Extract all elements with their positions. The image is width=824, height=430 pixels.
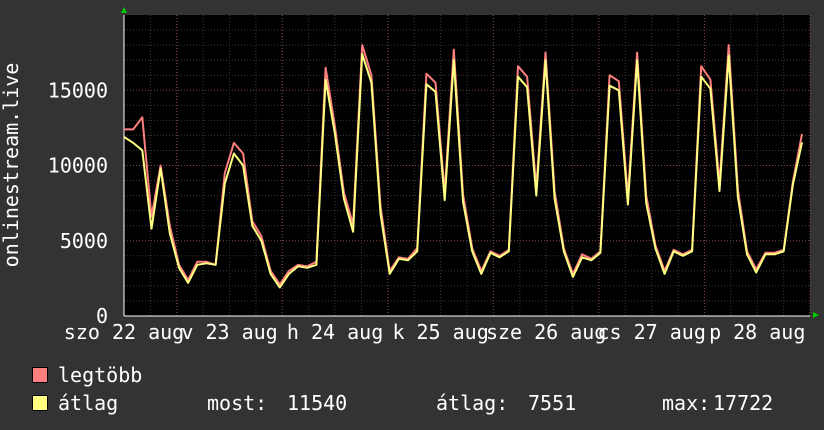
x-tick-label-5: cs 27 aug [598, 320, 706, 344]
stat-current-label: most: [207, 391, 268, 415]
x-tick-label-6: p 28 aug [709, 320, 805, 344]
y-axis-label: onlinestream.live [0, 63, 23, 268]
stat-average-label: átlag: [436, 391, 509, 415]
x-tick-label-2: h 24 aug [287, 320, 383, 344]
legend-label-avg: átlag [58, 391, 119, 415]
legend-label-max: legtöbb [58, 363, 143, 387]
x-axis: szo 22 augv 23 aug h 24 aug k 25 augsze 26… [64, 320, 806, 344]
x-tick-label-0: szo 22 aug [64, 320, 184, 344]
stat-average-value: 7551 [528, 391, 577, 415]
y-axis-arrow [121, 7, 127, 13]
y-tick-label-1: 5000 [60, 229, 108, 253]
y-tick-label-2: 10000 [48, 154, 108, 178]
x-tick-label-3: k 25 aug [392, 320, 488, 344]
stat-max-label: max: [662, 391, 711, 415]
y-tick-label-3: 15000 [48, 78, 108, 102]
x-tick-label-1: v 23 aug [181, 320, 277, 344]
x-axis-arrow [813, 312, 819, 318]
legend-swatch-max [32, 367, 48, 383]
legend-swatch-avg [32, 395, 48, 411]
stat-max-value: 17722 [713, 391, 774, 415]
x-tick-label-4: sze 26 aug [486, 320, 606, 344]
stat-current-value: 11540 [287, 391, 348, 415]
